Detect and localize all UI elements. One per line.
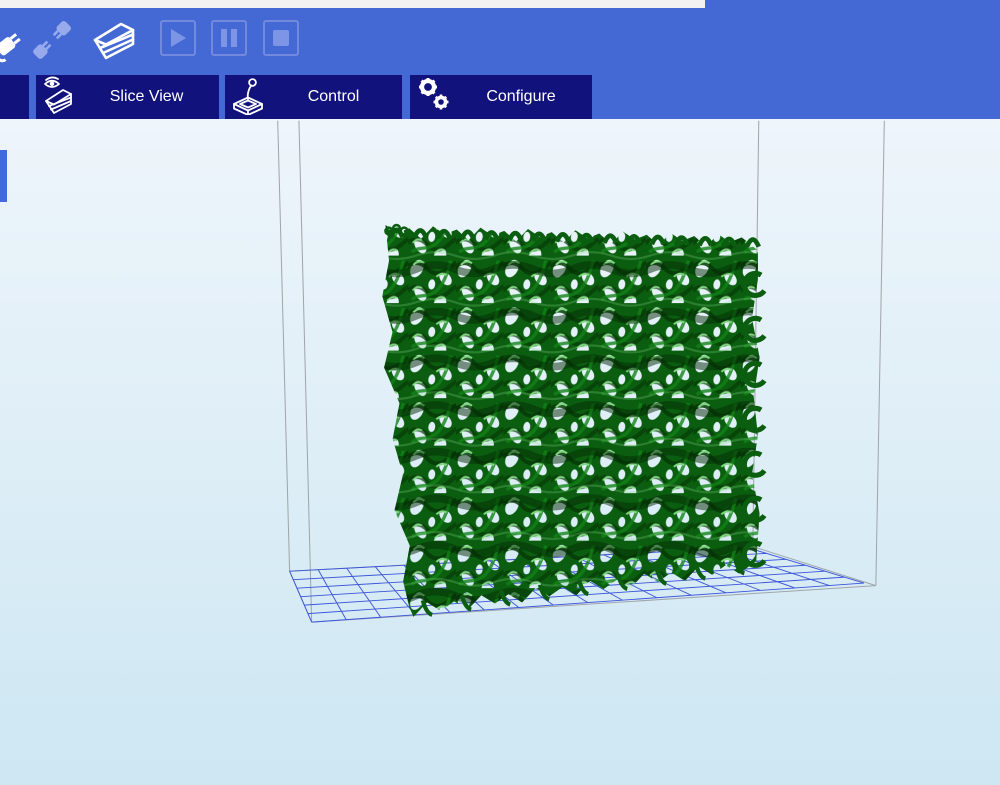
gears-icon: [416, 75, 452, 120]
disconnect-button[interactable]: [30, 18, 72, 64]
pause-icon: [218, 27, 240, 49]
tab-partial[interactable]: [0, 75, 29, 119]
scene-canvas[interactable]: [0, 119, 1000, 785]
application-window: Slice View Control: [0, 0, 1000, 785]
tab-slice-view[interactable]: Slice View: [36, 75, 219, 119]
window-top-strip-blue: [705, 0, 1000, 8]
tab-label: Slice View: [80, 88, 213, 106]
tab-configure[interactable]: Configure: [410, 75, 592, 119]
connect-button[interactable]: [0, 18, 32, 64]
window-top-strip: [0, 0, 1000, 8]
play-icon: [167, 27, 189, 49]
run-job-button[interactable]: [160, 20, 196, 56]
stop-icon: [270, 27, 292, 49]
joystick-icon: [231, 75, 267, 120]
model-gyroid[interactable]: [374, 222, 772, 619]
main-toolbar: [0, 8, 1000, 75]
pause-job-button[interactable]: [211, 20, 247, 56]
viewport-3d[interactable]: [0, 119, 1000, 785]
tab-label: Control: [271, 88, 396, 106]
cake-slice-icon: [91, 18, 137, 64]
slice-button[interactable]: [91, 18, 137, 64]
plug-disconnect-icon: [30, 18, 72, 64]
stop-job-button[interactable]: [263, 20, 299, 56]
tab-label: Configure: [456, 88, 586, 106]
tab-control[interactable]: Control: [225, 75, 402, 119]
side-panel-handle[interactable]: [0, 150, 7, 202]
slice-view-icon: [42, 75, 76, 120]
plug-connect-icon: [0, 18, 32, 64]
view-tab-bar: Slice View Control: [0, 75, 1000, 119]
